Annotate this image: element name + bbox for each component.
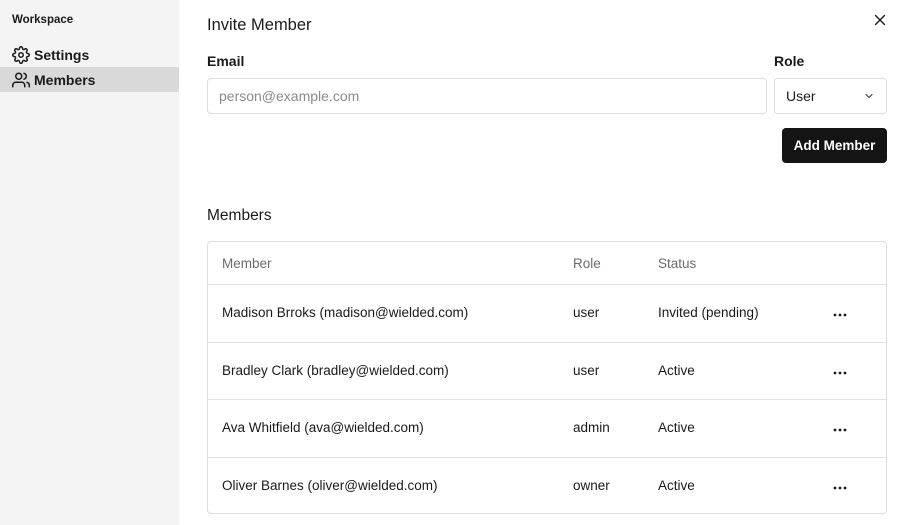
users-icon — [12, 71, 30, 89]
row-actions-button[interactable] — [832, 363, 848, 379]
row-actions-button[interactable] — [832, 478, 848, 494]
role-select-value: User — [786, 88, 816, 104]
sidebar-item-label: Members — [34, 71, 96, 88]
role-select[interactable]: User — [774, 78, 887, 114]
member-status: Active — [658, 477, 695, 493]
more-horizontal-icon — [833, 419, 847, 437]
row-actions-button[interactable] — [832, 420, 848, 436]
member-name: Bradley Clark (bradley@wielded.com) — [222, 362, 449, 378]
email-label: Email — [207, 53, 245, 69]
more-horizontal-icon — [833, 362, 847, 380]
table-row: Oliver Barnes (oliver@wielded.com) owner… — [208, 458, 886, 516]
member-name: Madison Brroks (madison@wielded.com) — [222, 305, 469, 320]
member-status: Active — [658, 420, 695, 435]
row-actions-button[interactable] — [832, 305, 848, 321]
more-horizontal-icon — [833, 477, 847, 495]
add-member-button[interactable]: Add Member — [782, 128, 887, 163]
modal-title: Invite Member — [207, 16, 312, 34]
gear-icon — [12, 45, 30, 64]
table-row: Ava Whitfield (ava@wielded.com) admin Ac… — [208, 400, 886, 458]
close-icon — [874, 13, 886, 31]
member-name: Ava Whitfield (ava@wielded.com) — [222, 420, 424, 435]
more-horizontal-icon — [833, 304, 847, 322]
chevron-down-icon — [864, 88, 874, 104]
sidebar-item-settings[interactable]: Settings — [0, 42, 179, 67]
member-status: Active — [658, 362, 695, 378]
table-row: Bradley Clark (bradley@wielded.com) user… — [208, 343, 886, 400]
sidebar-item-members[interactable]: Members — [0, 67, 179, 92]
column-header-member: Member — [222, 256, 272, 271]
members-section-title: Members — [207, 207, 272, 224]
members-table: Member Role Status Madison Brroks (madis… — [207, 241, 887, 514]
member-role: user — [573, 305, 600, 320]
sidebar: Workspace Settings Members — [0, 0, 179, 525]
table-row: Madison Brroks (madison@wielded.com) use… — [208, 285, 886, 343]
email-field[interactable] — [207, 78, 767, 114]
column-header-role: Role — [573, 256, 601, 271]
member-role: user — [573, 362, 600, 378]
member-name: Oliver Barnes (oliver@wielded.com) — [222, 477, 438, 493]
close-button[interactable] — [871, 13, 889, 31]
invite-member-panel: Invite Member Email Role User Add Member… — [179, 0, 900, 525]
member-status: Invited (pending) — [658, 305, 759, 320]
column-header-status: Status — [658, 256, 697, 271]
member-role: owner — [573, 477, 610, 493]
member-role: admin — [573, 420, 610, 435]
workspace-label: Workspace — [12, 14, 74, 26]
table-header: Member Role Status — [208, 242, 886, 285]
role-label: Role — [774, 53, 805, 69]
sidebar-item-label: Settings — [34, 46, 90, 63]
